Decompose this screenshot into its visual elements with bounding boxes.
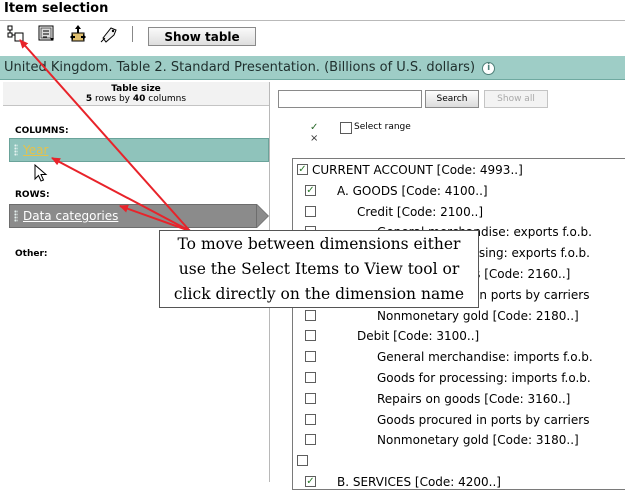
callout-line-2: use the Select Items to View tool or xyxy=(178,260,460,278)
arrow-to-year xyxy=(51,157,191,232)
mouse-cursor-icon xyxy=(34,164,48,182)
callout-line-1: To move between dimensions either xyxy=(177,235,461,253)
instruction-callout: To move between dimensions either use th… xyxy=(159,230,479,308)
callout-line-3: click directly on the dimension name xyxy=(173,285,465,303)
arrow-to-toolbar-icon xyxy=(19,39,191,232)
